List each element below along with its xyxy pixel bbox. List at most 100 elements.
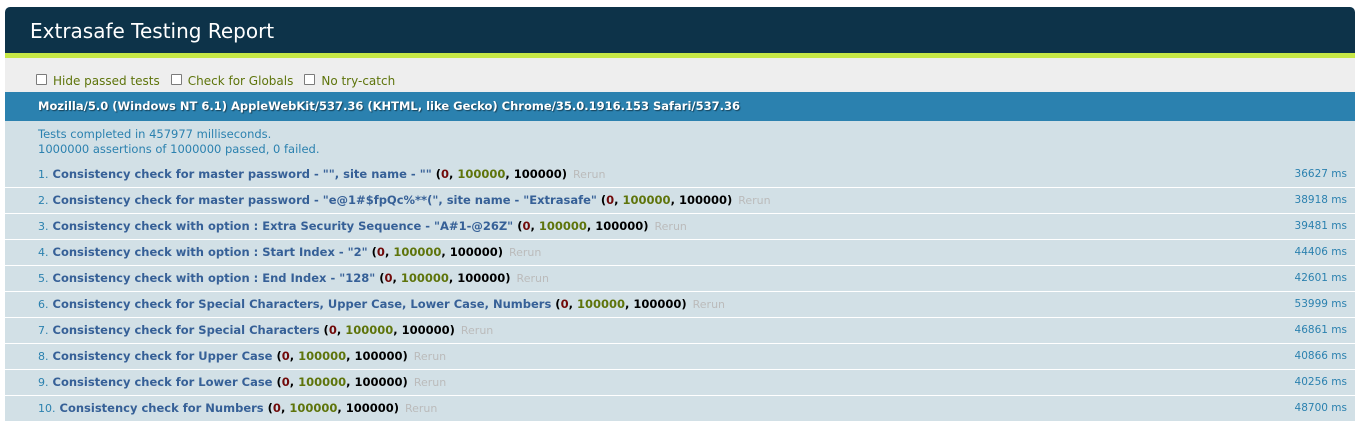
test-row[interactable]: 7. Consistency check for Special Characte… bbox=[5, 318, 1355, 344]
passed-count: 100000 bbox=[538, 219, 587, 233]
test-runtime: 48700 ms bbox=[1294, 402, 1347, 414]
failed-count: 0 bbox=[281, 375, 290, 389]
total-count: 100000 bbox=[633, 297, 682, 311]
test-result-summary: Tests completed in 457977 milliseconds. … bbox=[5, 121, 1355, 162]
test-row[interactable]: 10. Consistency check for Numbers (0, 100… bbox=[5, 396, 1355, 422]
hide-passed-label: Hide passed tests bbox=[53, 74, 160, 88]
test-name[interactable]: Consistency check for Special Characters… bbox=[53, 297, 552, 311]
rerun-link[interactable]: Rerun bbox=[517, 272, 549, 285]
passed-count: 100000 bbox=[622, 193, 671, 207]
check-globals-label: Check for Globals bbox=[187, 74, 294, 88]
hide-passed-option[interactable]: Hide passed tests bbox=[36, 74, 160, 88]
test-row[interactable]: 8. Consistency check for Upper Case (0, 1… bbox=[5, 344, 1355, 370]
test-counts: (0, 100000, 100000) bbox=[513, 219, 649, 233]
test-row[interactable]: 2. Consistency check for master password … bbox=[5, 188, 1355, 214]
total-count: 100000 bbox=[345, 401, 394, 415]
hide-passed-checkbox[interactable] bbox=[36, 74, 47, 85]
rerun-link[interactable]: Rerun bbox=[461, 324, 493, 337]
test-name[interactable]: Consistency check for Special Characters bbox=[53, 323, 320, 337]
failed-count: 0 bbox=[440, 167, 449, 181]
check-globals-option[interactable]: Check for Globals bbox=[170, 74, 294, 88]
test-number: 5. bbox=[38, 272, 49, 285]
passed-count: 100000 bbox=[289, 401, 338, 415]
test-counts: (0, 100000, 100000) bbox=[551, 297, 687, 311]
rerun-link[interactable]: Rerun bbox=[693, 298, 725, 311]
test-name[interactable]: Consistency check for master password - … bbox=[53, 193, 597, 207]
test-row[interactable]: 4. Consistency check with option : Start … bbox=[5, 240, 1355, 266]
test-number: 10. bbox=[38, 402, 56, 415]
test-counts: (0, 100000, 100000) bbox=[272, 349, 408, 363]
test-name[interactable]: Consistency check with option : Extra Se… bbox=[53, 219, 514, 233]
test-number: 3. bbox=[38, 220, 49, 233]
test-name[interactable]: Consistency check with option : End Inde… bbox=[53, 271, 376, 285]
rerun-link[interactable]: Rerun bbox=[655, 220, 687, 233]
passed-count: 100000 bbox=[400, 271, 449, 285]
total-count: 100000 bbox=[354, 375, 403, 389]
rerun-link[interactable]: Rerun bbox=[414, 376, 446, 389]
test-list: 1. Consistency check for master password … bbox=[5, 162, 1355, 422]
test-runtime: 53999 ms bbox=[1294, 298, 1347, 310]
failed-count: 0 bbox=[560, 297, 569, 311]
failed-count: 0 bbox=[328, 323, 337, 337]
passed-count: 100000 bbox=[345, 323, 394, 337]
test-number: 2. bbox=[38, 194, 49, 207]
rerun-link[interactable]: Rerun bbox=[405, 402, 437, 415]
test-row[interactable]: 3. Consistency check with option : Extra … bbox=[5, 214, 1355, 240]
test-runtime: 46861 ms bbox=[1294, 324, 1347, 336]
test-name[interactable]: Consistency check with option : Start In… bbox=[53, 245, 368, 259]
test-runtime: 44406 ms bbox=[1294, 246, 1347, 258]
test-counts: (0, 100000, 100000) bbox=[272, 375, 408, 389]
passed-count: 100000 bbox=[298, 349, 347, 363]
test-counts: (0, 100000, 100000) bbox=[431, 167, 568, 181]
failed-count: 0 bbox=[606, 193, 615, 207]
test-counts: (0, 100000, 100000) bbox=[319, 323, 455, 337]
passed-count: 100000 bbox=[393, 245, 442, 259]
test-name[interactable]: Consistency check for Upper Case bbox=[53, 349, 273, 363]
test-runtime: 40866 ms bbox=[1294, 350, 1347, 362]
test-row[interactable]: 1. Consistency check for master password … bbox=[5, 162, 1355, 188]
test-number: 1. bbox=[38, 168, 49, 181]
test-counts: (0, 100000, 100000) bbox=[596, 193, 733, 207]
test-counts: (0, 100000, 100000) bbox=[367, 245, 503, 259]
passed-count: 100000 bbox=[298, 375, 347, 389]
toolbar: Hide passed tests Check for Globals No t… bbox=[5, 58, 1355, 92]
failed-count: 0 bbox=[522, 219, 531, 233]
failed-count: 0 bbox=[376, 245, 385, 259]
test-number: 9. bbox=[38, 376, 49, 389]
no-try-catch-label: No try-catch bbox=[321, 74, 396, 88]
passed-count: 100000 bbox=[457, 167, 506, 181]
test-runtime: 39481 ms bbox=[1294, 220, 1347, 232]
test-number: 8. bbox=[38, 350, 49, 363]
test-counts: (0, 100000, 100000) bbox=[375, 271, 511, 285]
rerun-link[interactable]: Rerun bbox=[573, 168, 605, 181]
check-globals-checkbox[interactable] bbox=[170, 74, 182, 85]
rerun-link[interactable]: Rerun bbox=[509, 246, 541, 259]
failed-count: 0 bbox=[384, 271, 393, 285]
test-name[interactable]: Consistency check for master password - … bbox=[53, 167, 432, 181]
no-try-catch-checkbox[interactable] bbox=[304, 74, 316, 85]
test-number: 4. bbox=[38, 246, 49, 259]
failed-count: 0 bbox=[281, 349, 290, 363]
test-runtime: 38918 ms bbox=[1294, 194, 1347, 206]
total-count: 100000 bbox=[678, 193, 727, 207]
result-duration: Tests completed in 457977 milliseconds. bbox=[38, 127, 272, 141]
total-count: 100000 bbox=[513, 167, 562, 181]
test-name[interactable]: Consistency check for Numbers bbox=[60, 401, 264, 415]
total-count: 100000 bbox=[595, 219, 644, 233]
rerun-link[interactable]: Rerun bbox=[414, 350, 446, 363]
test-runtime: 42601 ms bbox=[1294, 272, 1347, 284]
total-count: 100000 bbox=[354, 349, 403, 363]
test-number: 7. bbox=[38, 324, 49, 337]
test-counts: (0, 100000, 100000) bbox=[263, 401, 399, 415]
test-row[interactable]: 9. Consistency check for Lower Case (0, 1… bbox=[5, 370, 1355, 396]
result-assertions: 1000000 assertions of 1000000 passed, 0 … bbox=[38, 142, 320, 156]
no-try-catch-option[interactable]: No try-catch bbox=[304, 74, 395, 88]
total-count: 100000 bbox=[457, 271, 506, 285]
test-runtime: 40256 ms bbox=[1294, 376, 1347, 388]
test-name[interactable]: Consistency check for Lower Case bbox=[53, 375, 273, 389]
test-report: Extrasafe Testing Report Hide passed tes… bbox=[5, 7, 1355, 422]
test-row[interactable]: 5. Consistency check with option : End In… bbox=[5, 266, 1355, 292]
test-row[interactable]: 6. Consistency check for Special Characte… bbox=[5, 292, 1355, 318]
passed-count: 100000 bbox=[576, 297, 625, 311]
rerun-link[interactable]: Rerun bbox=[738, 194, 770, 207]
